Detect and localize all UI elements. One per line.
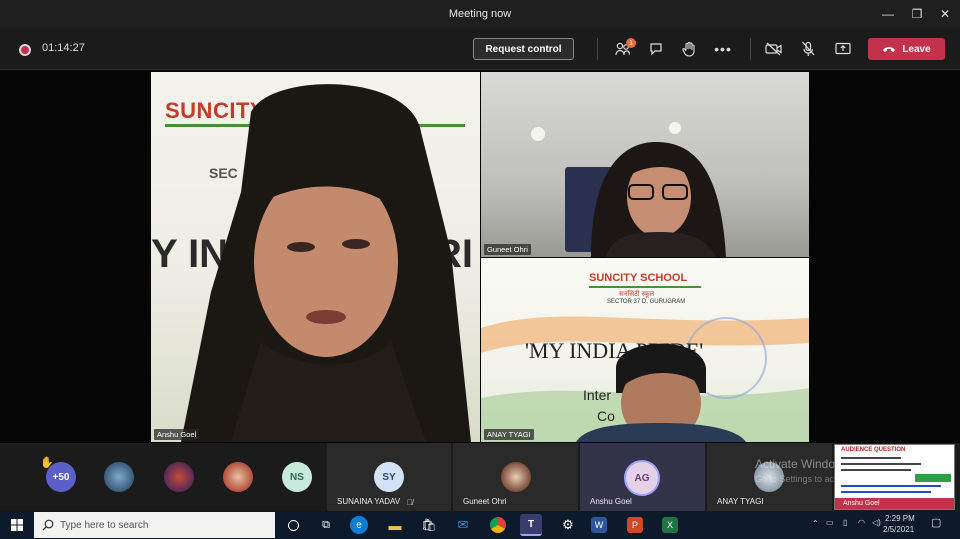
cortana-button[interactable] <box>282 514 304 536</box>
participant-avatar[interactable] <box>223 462 253 492</box>
participant-avatar[interactable] <box>104 462 134 492</box>
video-anay-tyagi[interactable]: SUNCITY SCHOOL सनसिटी स्कूल SECTOR 37 D,… <box>481 258 809 442</box>
participant-name-tag: Anshu Goel <box>154 429 200 440</box>
clock-time[interactable]: 2:29 PM <box>885 514 915 523</box>
task-view-icon: ⧉ <box>322 518 330 531</box>
recording-icon <box>19 44 31 56</box>
avatar: AG <box>624 460 660 496</box>
preview-text-line <box>841 491 931 493</box>
request-control-button[interactable]: Request control <box>473 38 574 60</box>
participant-tile-active[interactable]: AG Anshu Goel <box>580 443 706 511</box>
avatar <box>501 462 531 492</box>
minimize-button[interactable]: — <box>873 0 903 28</box>
edge-icon: e <box>356 519 362 531</box>
window-title: Meeting now <box>448 8 512 20</box>
store-button[interactable]: 🛍 <box>418 514 440 536</box>
mic-off-icon <box>802 41 815 56</box>
gear-icon: ⚙ <box>562 517 574 532</box>
mic-muted-icon: 🎙̸ <box>407 498 413 507</box>
participant-avatar-ns[interactable]: NS <box>282 462 312 492</box>
shared-content-preview[interactable]: AUDIENCE QUESTION Anshu Goel <box>834 444 955 510</box>
title-bar: Meeting now <box>0 0 960 28</box>
windows-icon <box>11 519 23 531</box>
more-actions-button[interactable]: ••• <box>712 38 734 60</box>
tile-name: SUNAINA YADAV <box>337 497 401 506</box>
excel-icon: X <box>666 520 673 530</box>
speaker-figure <box>181 84 471 442</box>
participant-figure <box>591 142 726 257</box>
leave-label: Leave <box>902 43 931 55</box>
tile-name: Guneet Ohri <box>463 497 507 506</box>
participants-badge: 1 <box>626 38 636 48</box>
notification-icon[interactable]: ▢ <box>931 516 941 529</box>
participant-tile[interactable]: SY SUNAINA YADAV 🎙̸ <box>327 443 452 511</box>
share-screen-button[interactable] <box>832 38 854 60</box>
participant-figure <box>576 343 746 442</box>
preview-text-line <box>841 463 921 465</box>
search-placeholder: Type here to search <box>60 519 149 531</box>
video-anshu-goel[interactable]: SUNCITY SCHOOL SEC Y IN RI Anshu Goel <box>151 72 480 442</box>
store-icon: 🛍 <box>421 518 437 532</box>
start-button[interactable] <box>6 514 28 536</box>
mic-toggle-button[interactable] <box>797 38 819 60</box>
search-icon <box>42 519 54 531</box>
leave-button[interactable]: Leave <box>868 38 945 60</box>
maximize-button[interactable]: ❐ <box>902 0 932 28</box>
mail-icon: ✉ <box>457 517 469 532</box>
mail-button[interactable]: ✉ <box>452 514 474 536</box>
video-guneet-ohri[interactable]: Guneet Ohri <box>481 72 809 257</box>
more-icon: ••• <box>714 41 732 57</box>
wifi-icon[interactable]: ◠ <box>858 518 865 527</box>
chat-button[interactable] <box>645 38 667 60</box>
powerpoint-icon: P <box>631 520 638 530</box>
network-icon[interactable]: ▭ <box>826 518 834 527</box>
video-stage <box>0 71 960 443</box>
preview-name: Anshu Goel <box>843 500 880 507</box>
hang-up-icon <box>883 47 896 52</box>
clock-date[interactable]: 2/5/2021 <box>883 525 914 534</box>
raise-hand-icon <box>682 41 695 57</box>
participant-name-tag: Guneet Ohri <box>484 244 531 255</box>
word-icon: W <box>594 520 604 530</box>
participant-avatar[interactable] <box>164 462 194 492</box>
volume-icon[interactable]: ◁) <box>872 518 881 527</box>
preview-highlight <box>915 474 951 482</box>
settings-button[interactable]: ⚙ <box>557 514 579 536</box>
camera-toggle-button[interactable] <box>763 38 785 60</box>
taskbar-search[interactable]: Type here to search <box>34 512 275 538</box>
battery-icon[interactable]: ▯ <box>843 518 847 527</box>
word-button[interactable]: W <box>591 517 607 533</box>
participant-tile[interactable]: Guneet Ohri <box>453 443 579 511</box>
chrome-icon <box>490 517 506 533</box>
file-explorer-button[interactable]: ▬ <box>384 514 406 536</box>
preview-text-line <box>841 457 901 459</box>
participant-name-tag: ANAY TYAGI <box>484 429 534 440</box>
preview-title: AUDIENCE QUESTION <box>841 447 906 453</box>
divider <box>597 38 598 60</box>
teams-icon: T <box>527 518 535 530</box>
teams-button[interactable]: T <box>520 514 542 536</box>
edge-button[interactable]: e <box>350 516 368 534</box>
preview-text-line <box>841 485 941 487</box>
chrome-button[interactable] <box>487 514 509 536</box>
excel-button[interactable]: X <box>662 517 678 533</box>
chat-icon <box>650 43 662 56</box>
close-window-button[interactable]: ✕ <box>930 0 960 28</box>
preview-text-line <box>841 469 911 471</box>
more-participants-button[interactable]: +50 <box>46 462 76 492</box>
task-view-button[interactable]: ⧉ <box>315 514 337 536</box>
avatar: SY <box>374 462 404 492</box>
tile-name: Anshu Goel <box>590 497 632 506</box>
folder-icon: ▬ <box>388 517 402 533</box>
tray-overflow-icon[interactable]: ⌃ <box>812 519 819 528</box>
powerpoint-button[interactable]: P <box>627 517 643 533</box>
meeting-timer: 01:14:27 <box>42 42 85 54</box>
raise-hand-button[interactable] <box>678 38 700 60</box>
meeting-toolbar: 01:14:27 Request control ••• Leave <box>0 28 960 70</box>
cortana-icon <box>287 519 299 531</box>
share-screen-icon <box>835 42 851 55</box>
tile-name: ANAY TYAGI <box>717 497 764 506</box>
divider <box>750 38 751 60</box>
camera-off-icon <box>765 42 782 56</box>
